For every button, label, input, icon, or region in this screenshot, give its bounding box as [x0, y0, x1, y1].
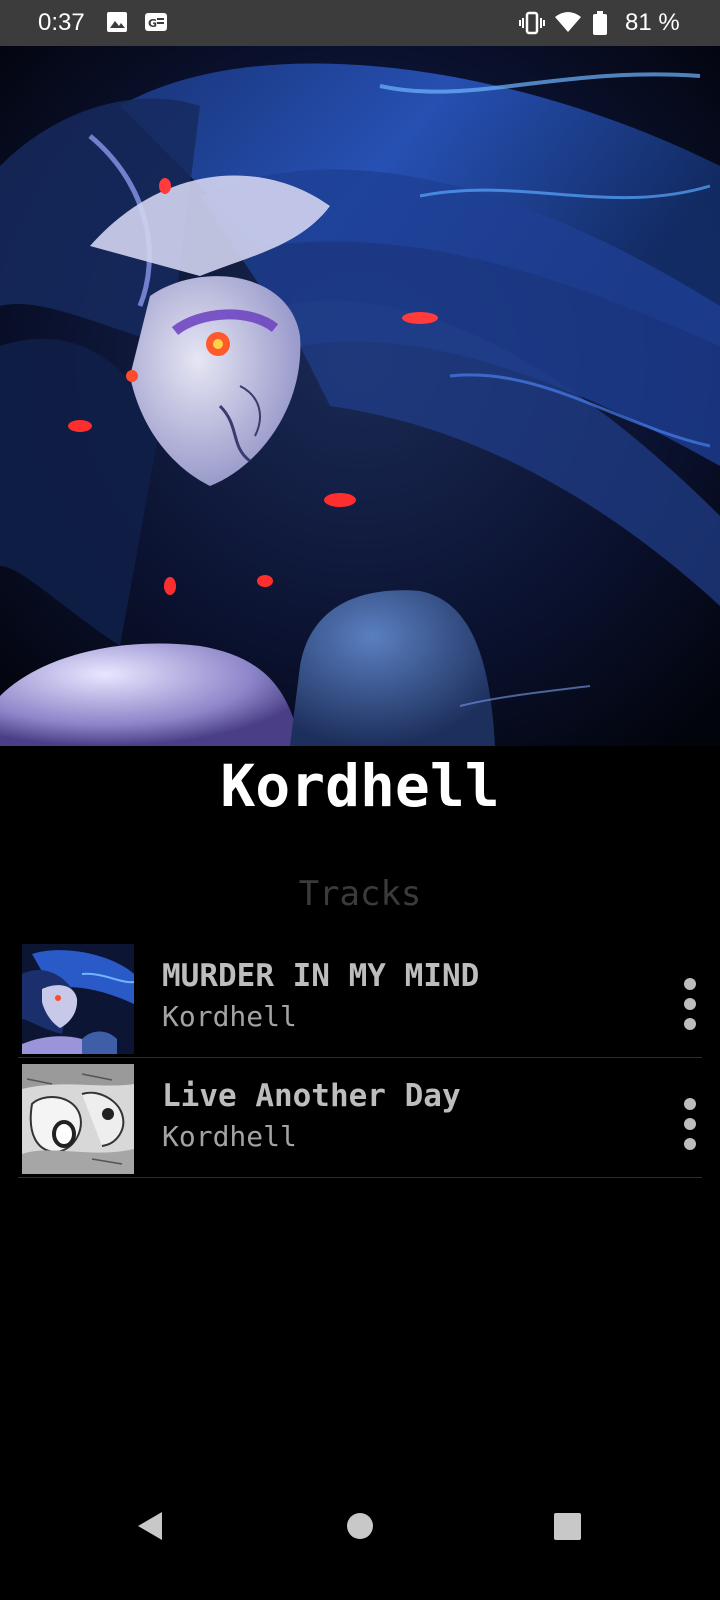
- more-options-icon[interactable]: [678, 1096, 702, 1152]
- status-bar: 0:37 G 81 %: [0, 0, 720, 46]
- artist-name: Kordhell: [220, 752, 500, 820]
- image-icon: [106, 11, 128, 40]
- svg-text:G: G: [148, 17, 157, 30]
- navigation-bar: [0, 1510, 720, 1600]
- artist-artwork: [0, 46, 720, 746]
- tracks-section-title: Tracks: [298, 874, 422, 914]
- track-item[interactable]: MURDER IN MY MIND Kordhell: [18, 938, 702, 1058]
- track-title: MURDER IN MY MIND: [162, 958, 480, 994]
- news-icon: G: [144, 11, 168, 40]
- status-time: 0:37: [38, 9, 85, 36]
- wifi-icon: [554, 11, 582, 40]
- track-thumbnail: [22, 944, 134, 1054]
- track-item[interactable]: Live Another Day Kordhell: [18, 1058, 702, 1178]
- home-icon[interactable]: [347, 1513, 373, 1539]
- battery-percentage: 81 %: [625, 9, 680, 36]
- track-thumbnail: [22, 1064, 134, 1174]
- more-options-icon[interactable]: [678, 976, 702, 1032]
- vibrate-icon: [519, 11, 545, 42]
- battery-icon: [592, 11, 608, 42]
- track-artist: Kordhell: [162, 1000, 297, 1033]
- track-artist: Kordhell: [162, 1120, 297, 1153]
- track-title: Live Another Day: [162, 1078, 461, 1114]
- back-icon[interactable]: [136, 1510, 168, 1542]
- recents-icon[interactable]: [554, 1513, 581, 1540]
